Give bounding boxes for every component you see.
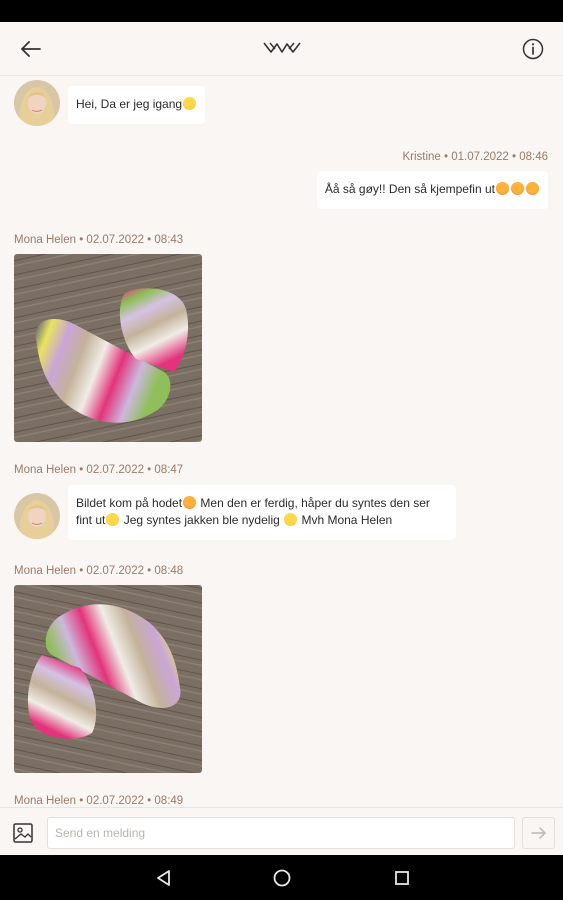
- message-text: Åå så gøy!! Den så kjempefin ut: [324, 182, 495, 196]
- message-composer: [0, 807, 563, 855]
- message-text: Hei, Da er jeg igang: [76, 97, 183, 111]
- nav-home-icon: [273, 869, 291, 887]
- message-meta: Mona Helen • 02.07.2022 • 08:48: [14, 565, 184, 577]
- message-text-line: Bildet kom på hodet Men den er ferdig, h…: [76, 495, 448, 512]
- message-list[interactable]: Hei, Da er jeg igang Kristine • 01.07.20…: [0, 77, 563, 807]
- message-meta: Mona Helen • 02.07.2022 • 08:47: [14, 464, 184, 476]
- image-attach-icon: [13, 823, 33, 843]
- message-text: Mvh Mona Helen: [298, 513, 393, 527]
- heart-eyes-emoji-icon: [526, 182, 539, 195]
- message-text-line: fint ut Jeg syntes jakken ble nydelig Mv…: [76, 512, 448, 529]
- avatar: [14, 493, 60, 539]
- sun-emoji-icon: [183, 97, 197, 110]
- send-arrow-icon: [530, 827, 546, 839]
- message-bubble: Åå så gøy!! Den så kjempefin ut: [316, 171, 548, 209]
- smile-emoji-icon: [284, 513, 298, 526]
- system-nav-bar: [0, 855, 563, 900]
- nav-back-icon: [157, 870, 170, 886]
- avatar: [14, 80, 60, 126]
- heart-eyes-emoji-icon: [496, 182, 509, 195]
- status-bar: [0, 0, 563, 22]
- nav-back-button[interactable]: [150, 865, 176, 891]
- info-icon: [522, 38, 544, 60]
- message-text: Jeg syntes jakken ble nydelig: [120, 513, 284, 527]
- message-text: Men den er ferdig, håper du syntes den s…: [197, 496, 430, 510]
- blushing-emoji-icon: [183, 496, 197, 509]
- nav-home-button[interactable]: [269, 865, 295, 891]
- message-meta: Mona Helen • 02.07.2022 • 08:49: [14, 795, 184, 807]
- brand-logo-icon: [263, 42, 301, 53]
- sun-emoji-icon: [106, 513, 120, 526]
- attach-image-button[interactable]: [9, 819, 37, 847]
- nav-recents-icon: [395, 871, 409, 885]
- message-bubble: Bildet kom på hodet Men den er ferdig, h…: [68, 485, 456, 540]
- message-bubble: Hei, Da er jeg igang: [68, 86, 206, 124]
- back-button[interactable]: [14, 35, 48, 63]
- nav-recents-button[interactable]: [389, 865, 415, 891]
- knitted-socks-photo[interactable]: [14, 254, 202, 442]
- message-meta: Mona Helen • 02.07.2022 • 08:43: [14, 234, 184, 246]
- heart-eyes-emoji-icon: [511, 182, 524, 195]
- knitted-socks-photo[interactable]: [14, 585, 202, 773]
- message-text: fint ut: [76, 513, 106, 527]
- arrow-left-icon: [21, 41, 41, 57]
- message-input[interactable]: [47, 817, 515, 849]
- message-meta: Kristine • 01.07.2022 • 08:46: [402, 151, 548, 163]
- message-text: Bildet kom på hodet: [76, 496, 183, 510]
- send-button[interactable]: [522, 817, 555, 849]
- app-header: [0, 22, 563, 76]
- info-button[interactable]: [518, 34, 548, 64]
